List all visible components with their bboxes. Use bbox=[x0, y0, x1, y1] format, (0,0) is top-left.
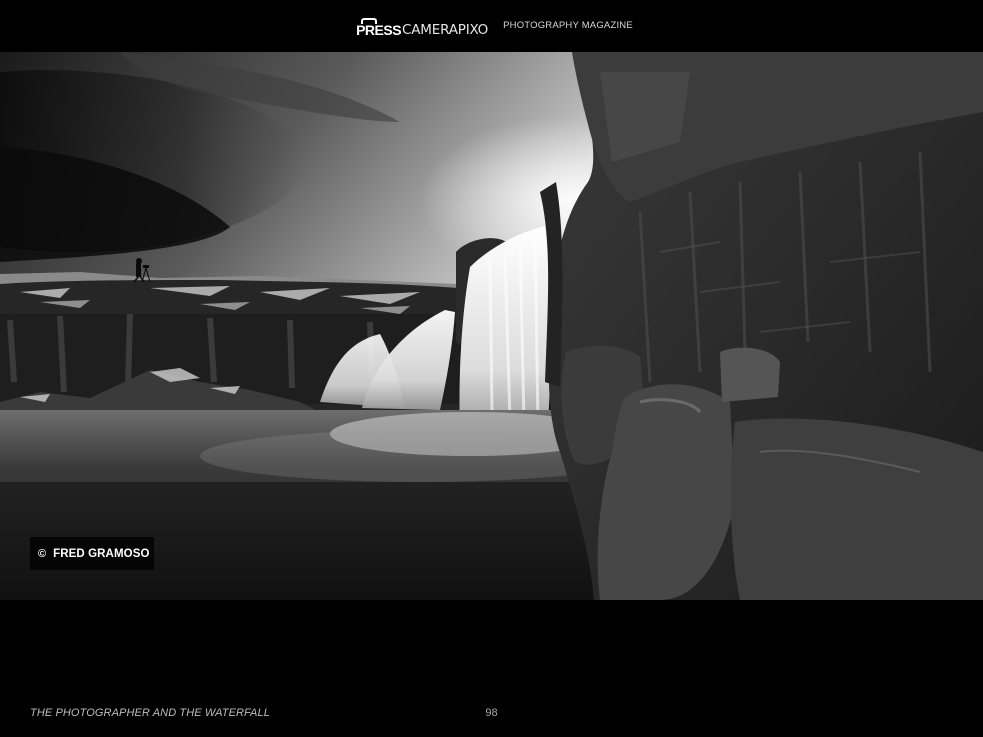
brand-logo[interactable]: PRESS CAMERAPIXO bbox=[356, 15, 488, 37]
logo-brand-name: CAMERAPIXO bbox=[402, 22, 489, 38]
masthead: PRESS CAMERAPIXO PHOTOGRAPHY MAGAZINE bbox=[0, 0, 983, 52]
logo-press-text: PRESS bbox=[356, 18, 402, 38]
boulder-right bbox=[730, 418, 983, 600]
featured-photo: © FRED GRAMOSO bbox=[0, 52, 983, 600]
page-number: 98 bbox=[485, 707, 498, 719]
copyright-icon: © bbox=[38, 547, 47, 560]
photo-credit-badge: © FRED GRAMOSO bbox=[30, 537, 154, 570]
waterfall-photo-illustration bbox=[0, 52, 983, 600]
magazine-page: PRESS CAMERAPIXO PHOTOGRAPHY MAGAZINE © … bbox=[0, 0, 983, 737]
magazine-tagline: PHOTOGRAPHY MAGAZINE bbox=[503, 20, 633, 31]
photographer-credit: FRED GRAMOSO bbox=[53, 547, 150, 560]
